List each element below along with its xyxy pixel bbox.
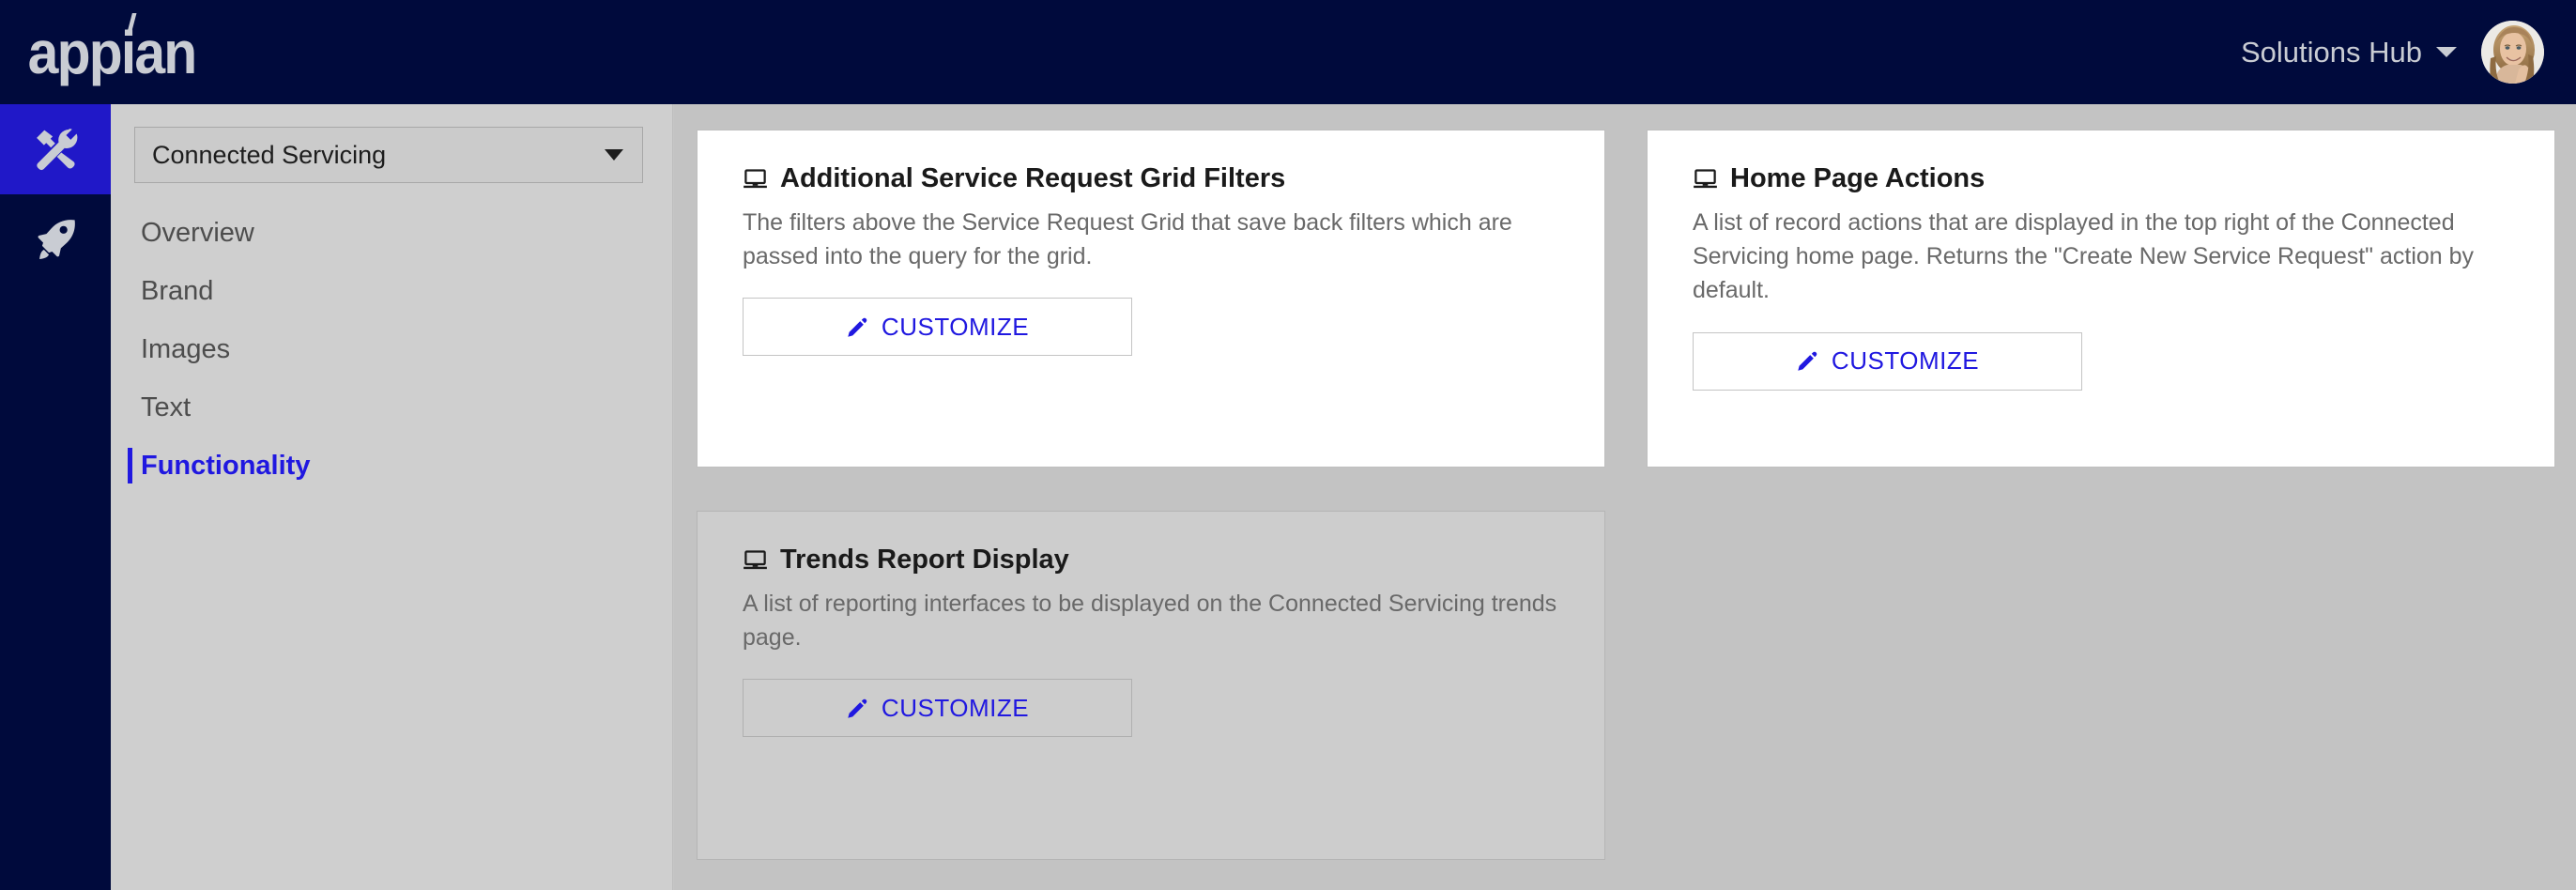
logo-text-part3: an [134, 18, 197, 86]
settings-nav-panel: Connected Servicing Overview Brand Image… [111, 104, 673, 890]
card-description: A list of record actions that are displa… [1693, 208, 2475, 304]
sidebar-item-label: Text [141, 391, 192, 422]
app-header: app i an Solutions Hub [0, 0, 2576, 104]
customize-button[interactable]: CUSTOMIZE [743, 298, 1132, 357]
appian-logo[interactable]: app i an [24, 18, 198, 86]
sidebar-item-label: Images [141, 333, 231, 364]
caret-down-icon [605, 149, 623, 161]
card-additional-service-request-grid-filters: Additional Service Request Grid Filters … [697, 130, 1605, 468]
settings-card-grid: Additional Service Request Grid Filters … [697, 130, 2576, 860]
sidebar-item-images[interactable]: Images [111, 320, 672, 378]
solutions-hub-label: Solutions Hub [2240, 35, 2422, 69]
customize-button-label: CUSTOMIZE [881, 693, 1030, 722]
laptop-icon [1694, 169, 1717, 189]
rail-item-tools[interactable] [0, 104, 111, 194]
avatar-photo [2481, 21, 2544, 84]
card-title: Home Page Actions [1730, 163, 1986, 193]
sidebar-item-functionality[interactable]: Functionality [111, 437, 672, 495]
customize-button[interactable]: CUSTOMIZE [1693, 331, 2082, 391]
icon-rail [0, 104, 111, 890]
card-title: Additional Service Request Grid Filters [780, 163, 1286, 193]
pencil-icon [1798, 351, 1817, 371]
logo-text-part2: i [120, 18, 136, 86]
laptop-icon [744, 169, 767, 189]
customize-button-label: CUSTOMIZE [1831, 346, 1980, 376]
rail-item-launch[interactable] [0, 194, 111, 284]
card-title-row: Trends Report Display [743, 544, 1563, 576]
card-description: A list of reporting interfaces to be dis… [743, 590, 1557, 652]
pencil-icon [848, 698, 867, 718]
card-title-row: Additional Service Request Grid Filters [743, 162, 1563, 195]
rocket-icon [38, 220, 75, 260]
customize-button-label: CUSTOMIZE [881, 312, 1030, 341]
settings-nav-list: Overview Brand Images Text Functionality [111, 204, 672, 495]
application-select[interactable]: Connected Servicing [134, 127, 643, 183]
avatar[interactable] [2481, 21, 2544, 84]
card-title-row: Home Page Actions [1693, 162, 2513, 195]
card-trends-report-display: Trends Report Display A list of reportin… [697, 511, 1605, 860]
chevron-down-icon [2436, 47, 2457, 57]
application-select-value: Connected Servicing [152, 140, 387, 169]
tools-icon [37, 129, 78, 171]
main-content: Additional Service Request Grid Filters … [674, 104, 2576, 890]
card-title: Trends Report Display [780, 545, 1069, 575]
customize-button[interactable]: CUSTOMIZE [743, 679, 1132, 738]
sidebar-item-text[interactable]: Text [111, 378, 672, 437]
card-home-page-actions: Home Page Actions A list of record actio… [1647, 130, 2555, 468]
laptop-icon [744, 550, 767, 570]
sidebar-item-label: Brand [141, 275, 214, 306]
sidebar-item-brand[interactable]: Brand [111, 262, 672, 320]
pencil-icon [848, 317, 867, 337]
sidebar-item-label: Overview [141, 217, 254, 248]
logo-text-part1: app [27, 18, 123, 86]
header-right-group: Solutions Hub [2241, 21, 2544, 84]
solutions-hub-menu[interactable]: Solutions Hub [2241, 36, 2457, 69]
card-description: The filters above the Service Request Gr… [743, 208, 1512, 270]
sidebar-item-label: Functionality [141, 450, 311, 481]
sidebar-item-overview[interactable]: Overview [111, 204, 672, 262]
